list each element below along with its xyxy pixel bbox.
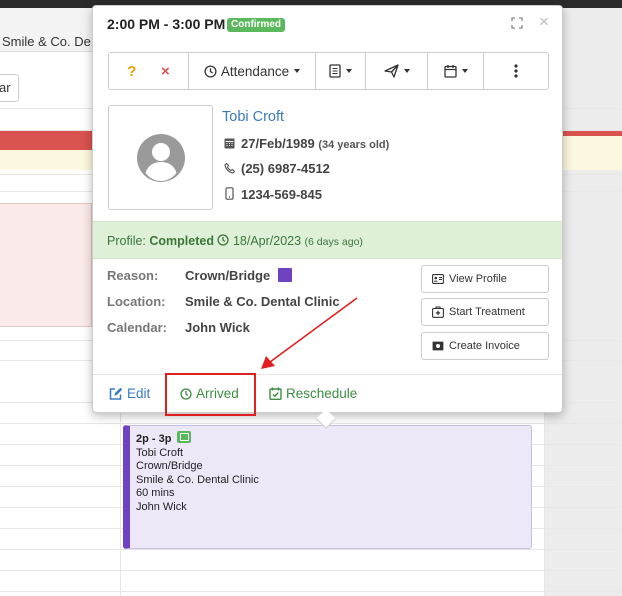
popover-toolbar: ? × Attendance — [108, 52, 549, 90]
appointment-duration: 60 mins — [136, 487, 175, 499]
mobile-row: 1234-569-845 — [224, 187, 322, 202]
profile-status-bar: Profile: Completed 18/Apr/2023 (6 days a… — [93, 221, 562, 259]
create-invoice-label: Create Invoice — [449, 340, 520, 352]
location-value: Smile & Co. Dental Clinic — [185, 294, 340, 309]
appointment-reason: Crown/Bridge — [136, 460, 203, 472]
chevron-down-icon — [461, 69, 468, 73]
dob-row: 27/Feb/1989 (34 years old) — [224, 136, 389, 151]
phone-row: (25) 6987-4512 — [224, 161, 330, 176]
footer-divider — [93, 374, 562, 375]
mobile-phone-icon — [225, 187, 234, 200]
close-icon[interactable]: × — [539, 13, 549, 30]
attendance-dropdown[interactable]: Attendance — [189, 53, 316, 89]
user-avatar-icon — [136, 133, 185, 182]
grid-line — [0, 423, 622, 424]
cancel-icon[interactable]: × — [161, 63, 170, 80]
expand-icon[interactable] — [511, 17, 523, 29]
appointment-block[interactable]: 2p - 3p Tobi Croft Crown/Bridge Smile & … — [123, 425, 532, 549]
calendar-icon — [443, 65, 457, 78]
avatar — [108, 105, 213, 210]
edit-icon — [109, 387, 123, 400]
edit-link[interactable]: Edit — [109, 386, 150, 401]
patient-age: (34 years old) — [318, 139, 390, 151]
start-treatment-label: Start Treatment — [449, 306, 525, 318]
money-icon — [432, 341, 444, 351]
reason-color-swatch — [278, 268, 293, 282]
patient-name-link[interactable]: Tobi Croft — [222, 109, 284, 125]
calendar-dropdown[interactable] — [428, 53, 484, 89]
start-treatment-button[interactable]: Start Treatment — [421, 298, 549, 326]
profile-status: Completed — [149, 234, 214, 248]
document-list-icon — [329, 64, 341, 78]
chevron-down-icon — [294, 69, 301, 73]
kebab-menu-icon — [514, 64, 518, 78]
medical-kit-icon — [432, 306, 444, 318]
reason-value-row: Crown/Bridge — [185, 268, 293, 283]
blocked-time-band — [0, 131, 92, 150]
id-card-icon — [432, 274, 444, 284]
send-dropdown[interactable] — [366, 53, 428, 89]
popover-time-range: 2:00 PM - 3:00 PM — [107, 16, 226, 32]
edit-label: Edit — [127, 386, 151, 401]
phone-icon — [224, 162, 235, 174]
view-profile-label: View Profile — [449, 273, 507, 285]
calendar-label: Calendar: — [107, 320, 167, 335]
profile-ago: (6 days ago) — [304, 236, 363, 248]
reason-value: Crown/Bridge — [185, 268, 271, 283]
send-icon — [383, 64, 399, 78]
calendar-toolbar-button[interactable]: ar — [0, 74, 19, 102]
highlight-band — [562, 136, 622, 170]
reschedule-link[interactable]: Reschedule — [269, 386, 357, 401]
calendar-value: John Wick — [185, 320, 250, 335]
appointment-provider: John Wick — [136, 500, 187, 513]
patient-phone: (25) 6987-4512 — [241, 161, 330, 176]
attendance-label: Attendance — [220, 63, 290, 79]
appointment-time: 2p - 3p — [136, 433, 172, 445]
confirmed-icon — [176, 431, 191, 443]
patient-dob: 27/Feb/1989 — [241, 136, 315, 151]
question-icon[interactable]: ? — [127, 63, 136, 80]
appointment-popover: 2:00 PM - 3:00 PM Confirmed × ? × Attend… — [92, 5, 563, 429]
highlight-band — [0, 150, 92, 170]
reschedule-label: Reschedule — [286, 386, 358, 401]
appointment-location: Smile & Co. Dental Clinic — [136, 473, 259, 486]
calendar-tab-label[interactable]: Smile & Co. De — [2, 34, 91, 49]
calendar-icon — [224, 138, 235, 149]
create-invoice-button[interactable]: Create Invoice — [421, 332, 549, 360]
reason-label: Reason: — [107, 268, 159, 283]
calendar-check-icon — [269, 387, 282, 400]
chevron-down-icon — [346, 69, 352, 73]
popover-header: 2:00 PM - 3:00 PM Confirmed × — [93, 6, 562, 42]
annotation-highlight-box — [165, 373, 256, 416]
grid-line — [0, 591, 622, 592]
patient-mobile: 1234-569-845 — [241, 187, 322, 202]
clock-icon — [204, 64, 217, 78]
appointment-patient: Tobi Croft — [136, 446, 184, 459]
forms-dropdown[interactable] — [316, 53, 366, 89]
status-badge: Confirmed — [227, 18, 285, 32]
profile-date: 18/Apr/2023 — [232, 234, 302, 248]
more-options-button[interactable] — [484, 53, 548, 89]
appointment-time-row: 2p - 3p — [136, 431, 531, 447]
status-button-group: ? × — [109, 53, 189, 89]
other-appointment-block[interactable] — [0, 203, 92, 327]
chevron-down-icon — [403, 69, 410, 73]
clock-icon — [217, 234, 230, 246]
view-profile-button[interactable]: View Profile — [421, 265, 549, 293]
location-label: Location: — [107, 294, 166, 309]
profile-label: Profile: — [107, 234, 146, 248]
grid-line — [0, 570, 622, 571]
grid-line — [0, 549, 622, 550]
